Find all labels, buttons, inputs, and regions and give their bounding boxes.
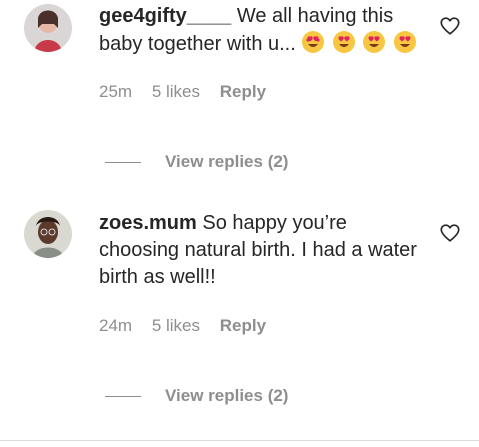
avatar[interactable] [24, 4, 72, 52]
view-replies-label[interactable]: View replies (2) [165, 152, 288, 172]
view-replies-label[interactable]: View replies (2) [165, 386, 288, 406]
comment-text: zoes.mum So happy you’re choosing natura… [99, 210, 419, 291]
view-replies[interactable]: View replies (2) [105, 384, 288, 408]
bottom-divider [0, 440, 479, 441]
comment-meta: 24m 5 likes Reply [99, 316, 281, 336]
comment-time: 25m [99, 82, 133, 101]
heart-outline-icon[interactable] [439, 222, 461, 244]
reply-button[interactable]: Reply [220, 316, 266, 335]
emoji-group [301, 31, 418, 55]
comment-username[interactable]: gee4gifty____ [99, 5, 231, 27]
heart-eyes-emoji-icon [302, 31, 325, 53]
comment-text: gee4gifty____ We all having this baby to… [99, 3, 419, 58]
heart-eyes-emoji-icon [394, 31, 417, 53]
divider-line [105, 395, 141, 397]
comment-username[interactable]: zoes.mum [99, 212, 197, 234]
divider-line [105, 161, 141, 163]
comment-likes[interactable]: 5 likes [152, 82, 200, 101]
reply-button[interactable]: Reply [220, 82, 266, 101]
view-replies[interactable]: View replies (2) [105, 150, 288, 174]
heart-outline-icon[interactable] [439, 15, 461, 37]
comment-meta: 25m 5 likes Reply [99, 82, 281, 102]
heart-eyes-emoji-icon [363, 31, 386, 53]
comment-likes[interactable]: 5 likes [152, 316, 200, 335]
comment-time: 24m [99, 316, 133, 335]
avatar[interactable] [24, 210, 72, 258]
heart-eyes-emoji-icon [332, 31, 355, 53]
